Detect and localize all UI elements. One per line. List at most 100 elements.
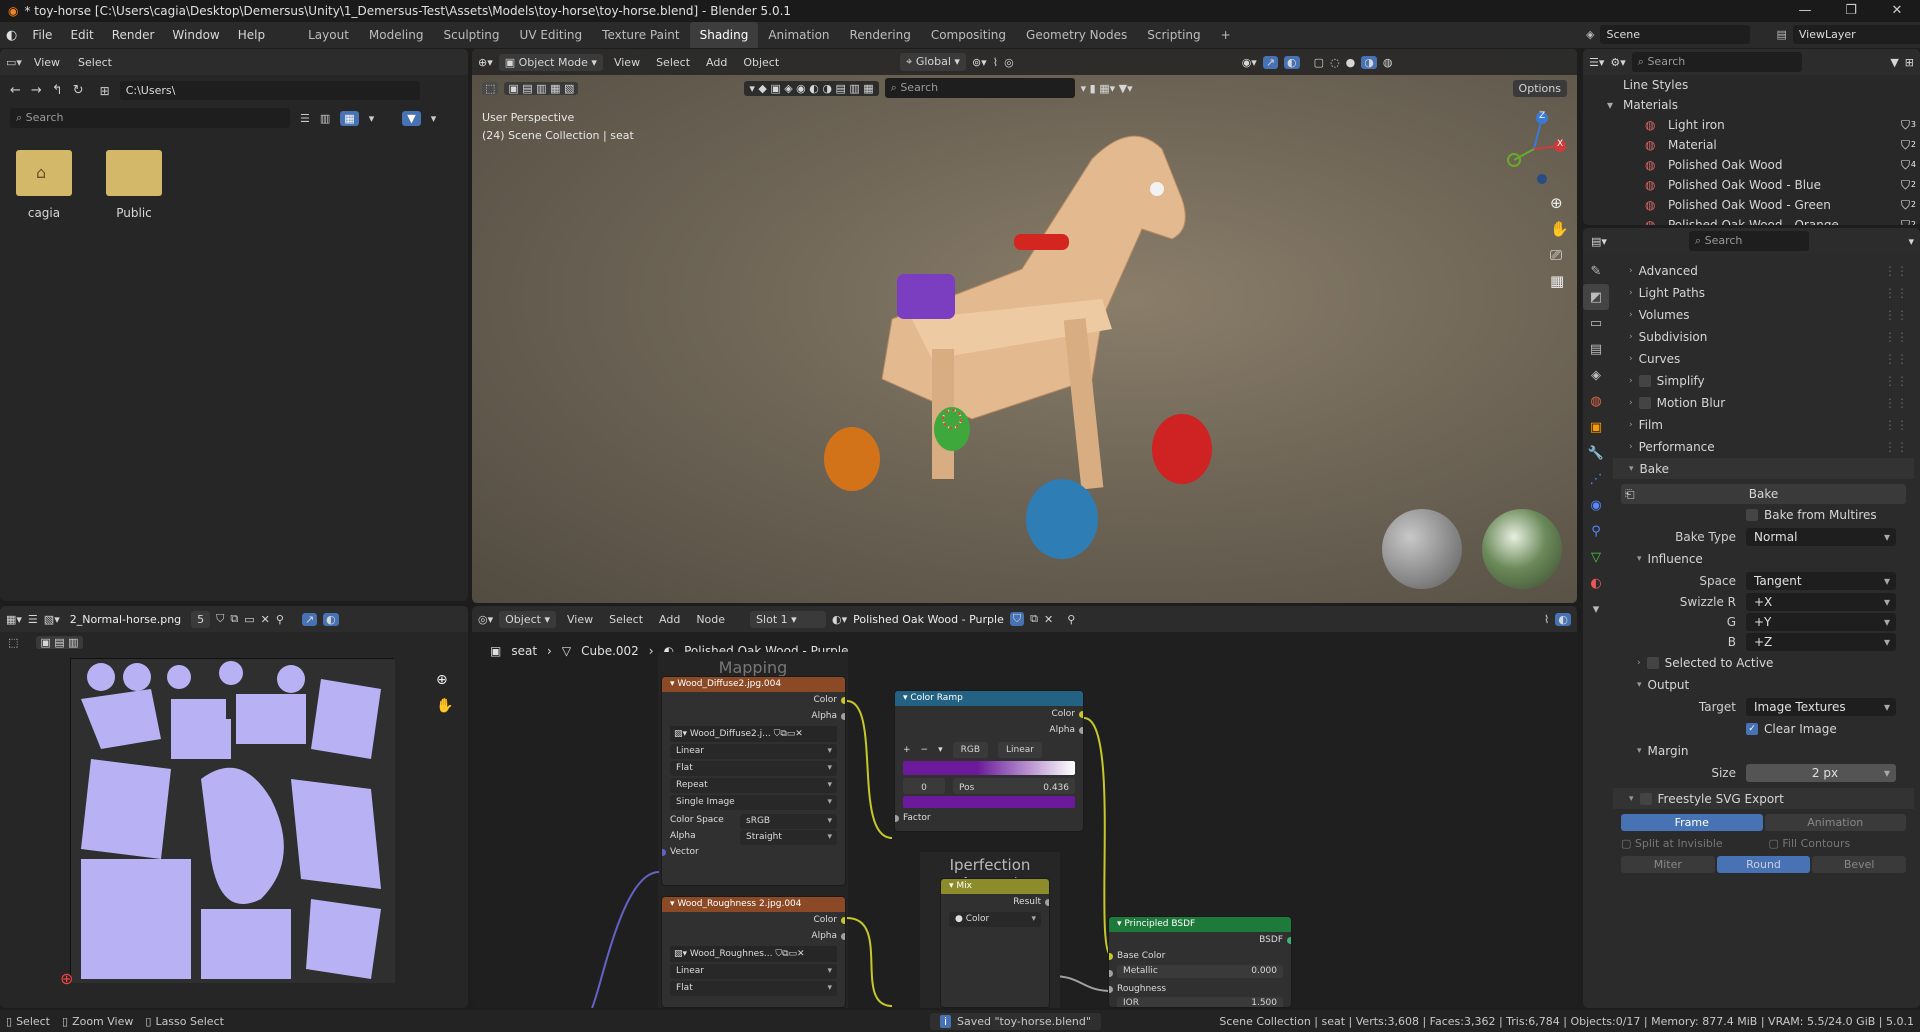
projection-dropdown[interactable]: Flat xyxy=(670,761,837,776)
xray-icon[interactable]: ▢ xyxy=(1314,56,1324,69)
split-at-invisible-checkbox[interactable]: ▢ Split at Invisible xyxy=(1621,837,1759,850)
menu-icon[interactable]: ☰ xyxy=(28,613,38,626)
constraints-tab-icon[interactable]: ⚲ xyxy=(1583,518,1609,544)
tab-geometry-nodes[interactable]: Geometry Nodes xyxy=(1016,22,1137,48)
checkbox[interactable] xyxy=(1746,509,1758,521)
drag-handle-icon[interactable]: ⋮⋮ xyxy=(1884,418,1908,432)
stop-index-field[interactable]: 0 xyxy=(903,778,945,794)
menu-view[interactable]: View xyxy=(28,56,66,69)
add-stop-icon[interactable]: + xyxy=(903,742,911,758)
unlink-icon[interactable]: ✕ xyxy=(261,613,270,626)
fake-user-shield-icon[interactable]: ⛉ xyxy=(1901,175,1910,195)
view-layer-tab-icon[interactable]: ▤ xyxy=(1583,336,1609,362)
drag-handle-icon[interactable]: ⋮⋮ xyxy=(1884,440,1908,454)
menu-help[interactable]: Help xyxy=(229,28,274,42)
pin-icon[interactable]: ⚲ xyxy=(276,613,284,626)
pan-hand-icon[interactable]: ✋ xyxy=(436,698,453,714)
stop-color-swatch[interactable] xyxy=(903,796,1075,808)
menu-view[interactable]: View xyxy=(609,56,645,69)
chevron-down-icon[interactable]: ▾ xyxy=(1908,235,1914,248)
minimize-button[interactable]: — xyxy=(1782,0,1828,22)
animation-mode-button[interactable]: Animation xyxy=(1764,814,1906,831)
mix-node[interactable]: ▾ Mix Result ● Color xyxy=(940,878,1050,1008)
chevron-down-icon[interactable]: ▾ xyxy=(369,112,375,125)
transform-orientation[interactable]: ⌖ Global ▾ xyxy=(900,53,966,71)
checkbox[interactable] xyxy=(1638,374,1651,387)
image-texture-node-diffuse[interactable]: ▾ Wood_Diffuse2.jpg.004 Color Alpha ▧▾ W… xyxy=(661,676,846,886)
properties-search-input[interactable]: ⌕ Search xyxy=(1688,231,1809,251)
fake-user-shield-icon[interactable]: ⛉ xyxy=(1901,215,1910,225)
color-ramp-node[interactable]: ▾ Color Ramp Color Alpha + − ▾ RGB Linear … xyxy=(894,690,1084,832)
material-shading-icon[interactable]: ◑ xyxy=(1361,55,1377,69)
editor-type-icon[interactable]: ▤▾ xyxy=(1591,235,1607,248)
selected-to-active-subpanel[interactable]: › Selected to Active xyxy=(1621,652,1906,674)
socket[interactable] xyxy=(841,917,845,924)
influence-subpanel[interactable]: ▾ Influence xyxy=(1621,548,1906,570)
swizzle-b-dropdown[interactable]: +Z xyxy=(1746,633,1896,651)
refresh-icon[interactable]: ↻ xyxy=(73,83,84,98)
tab-sculpting[interactable]: Sculpting xyxy=(434,22,510,48)
scene-selector[interactable]: Scene xyxy=(1600,25,1751,44)
socket[interactable] xyxy=(1109,953,1113,960)
socket[interactable] xyxy=(1045,899,1049,906)
panel-header[interactable]: › Subdivision ⋮⋮ xyxy=(1613,326,1914,348)
back-icon[interactable]: ← xyxy=(10,83,21,98)
projection-dropdown[interactable]: Flat xyxy=(670,981,837,996)
bake-panel-header[interactable]: ▾ Bake xyxy=(1613,458,1914,480)
frame-mode-button[interactable]: Frame xyxy=(1621,814,1763,831)
menu-add[interactable]: Add xyxy=(701,56,732,69)
image-texture-node-roughness[interactable]: ▾ Wood_Roughness 2.jpg.004 Color Alpha ▧… xyxy=(661,896,846,1008)
visibility-icon[interactable]: ◉▾ xyxy=(1242,56,1257,69)
color-mode-dropdown[interactable]: RGB xyxy=(952,742,989,758)
panel-header[interactable]: › Advanced ⋮⋮ xyxy=(1613,260,1914,282)
socket[interactable] xyxy=(841,697,845,704)
interpolation-dropdown[interactable]: Linear xyxy=(998,742,1043,758)
drag-handle-icon[interactable]: ⋮⋮ xyxy=(1884,374,1908,388)
drag-handle-icon[interactable]: ⋮⋮ xyxy=(1884,286,1908,300)
gizmo-icon[interactable]: ↗ xyxy=(301,612,318,626)
output-tab-icon[interactable]: ▭ xyxy=(1583,310,1609,336)
mode-selector[interactable]: ▣ Object Mode ▾ xyxy=(498,53,603,71)
drag-handle-icon[interactable]: ⋮⋮ xyxy=(1884,264,1908,278)
folder-item[interactable]: ⌂ cagia xyxy=(16,150,72,220)
tab-uv-editing[interactable]: UV Editing xyxy=(510,22,593,48)
thumbnails-icon[interactable]: ▦ xyxy=(340,110,359,126)
color-space-dropdown[interactable]: sRGB xyxy=(740,814,837,829)
new-image-icon[interactable]: ⧉ xyxy=(230,612,238,626)
world-tab-icon[interactable]: ◍ xyxy=(1583,388,1609,414)
chevron-down-icon[interactable]: ▾ xyxy=(1583,596,1609,622)
file-search-input[interactable]: ⌕ Search xyxy=(10,108,290,128)
checkbox[interactable] xyxy=(1639,792,1652,805)
display-mode-icon[interactable]: ⚙▾ xyxy=(1610,56,1625,69)
material-tab-icon[interactable]: ◐ xyxy=(1583,570,1609,596)
outliner-search-input[interactable]: ⌕ Search xyxy=(1631,52,1802,72)
overlays-icon[interactable]: ◐ xyxy=(323,612,339,626)
target-dropdown[interactable]: Image Textures xyxy=(1746,698,1896,716)
image-selector[interactable]: ▧▾ Wood_Roughnes... ⛉⧉▭✕ xyxy=(670,946,837,962)
menu-render[interactable]: Render xyxy=(103,28,164,42)
forward-icon[interactable]: → xyxy=(31,83,42,98)
menu-window[interactable]: Window xyxy=(163,28,228,42)
filter-icon[interactable]: ▼ xyxy=(402,110,421,126)
menu-select[interactable]: Select xyxy=(651,56,695,69)
socket[interactable] xyxy=(1079,711,1083,718)
interpolation-dropdown[interactable]: Linear xyxy=(670,964,837,979)
tab-layout[interactable]: Layout xyxy=(298,22,359,48)
scene-tab-icon[interactable]: ◈ xyxy=(1583,362,1609,388)
editor-type-icon[interactable]: ☰▾ xyxy=(1589,56,1604,69)
remove-stop-icon[interactable]: − xyxy=(921,742,929,758)
normal-map-image[interactable] xyxy=(70,658,395,983)
path-input[interactable]: C:\Users\ xyxy=(119,81,420,100)
particles-tab-icon[interactable]: ⋰ xyxy=(1583,466,1609,492)
source-dropdown[interactable]: Single Image xyxy=(670,795,837,810)
outliner-item[interactable]: ◍ Polished Oak Wood ⛉ 4 xyxy=(1583,155,1920,175)
outliner-item[interactable]: ◍ Polished Oak Wood - Green ⛉ 2 xyxy=(1583,195,1920,215)
filter-icon[interactable]: ▾ ▮ ▦▾ ▼▾ xyxy=(1081,82,1133,95)
close-button[interactable]: ✕ xyxy=(1874,0,1920,22)
round-join-button[interactable]: Round xyxy=(1716,856,1811,873)
select-mode-icons[interactable]: ▣ ▤ ▥ ▦ ▧ xyxy=(504,81,579,95)
render-tab-icon[interactable]: ◩ xyxy=(1583,284,1609,310)
stop-position-field[interactable]: Pos 0.436 xyxy=(953,778,1075,794)
mix-type-dropdown[interactable]: ● Color xyxy=(949,912,1041,927)
list-horizontal-icon[interactable]: ▥ xyxy=(320,112,330,125)
